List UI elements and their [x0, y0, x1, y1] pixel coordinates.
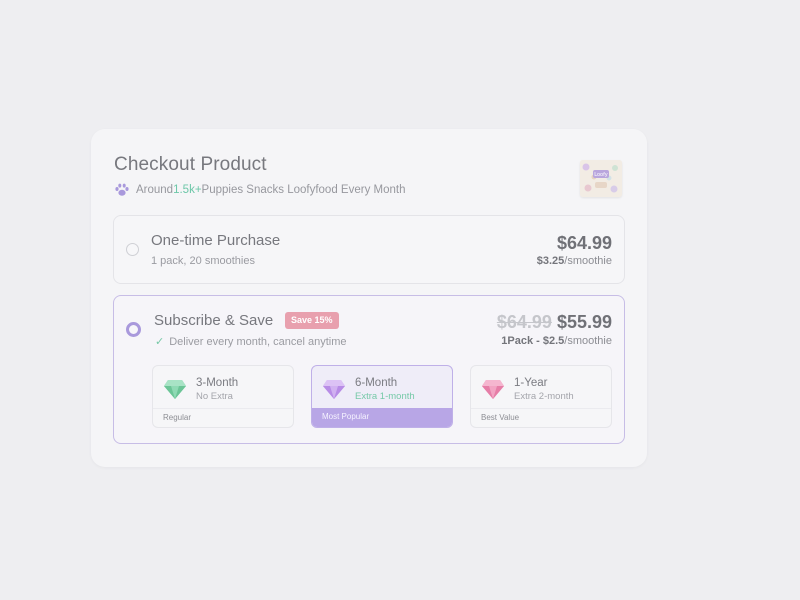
checkout-card: Checkout Product Around 1.5k+ Puppies Sn…	[91, 129, 647, 467]
subscribe-description: Deliver every month, cancel anytime	[169, 336, 347, 348]
page-title: Checkout Product	[114, 154, 267, 175]
subscribe-unit-suffix: /smoothie	[564, 335, 612, 347]
one-time-price: $64.99	[556, 233, 612, 253]
subscribe-title: Subscribe & Save	[154, 312, 274, 329]
diamond-icon	[323, 380, 345, 399]
diamond-icon	[482, 380, 504, 399]
plan-name: 3-Month	[196, 377, 239, 389]
plan-footer: Regular	[153, 408, 293, 427]
plan-3-month[interactable]: 3-Month No Extra Regular	[152, 365, 294, 428]
subscribe-unit-value: 1Pack - $2.5	[501, 335, 565, 347]
subscribe-save-option[interactable]: Subscribe & Save Save 15% ✓ Deliver every…	[113, 295, 625, 444]
one-time-title: One-time Purchase	[151, 232, 281, 249]
one-time-purchase-option[interactable]: One-time Purchase 1 pack, 20 smoothies $…	[113, 215, 625, 284]
plan-extra: Extra 2-month	[514, 391, 574, 402]
plan-name: 6-Month	[355, 377, 398, 389]
subscribe-radio[interactable]	[126, 322, 141, 337]
subtitle-prefix: Around	[136, 184, 174, 196]
save-badge: Save 15%	[285, 312, 339, 329]
plan-extra: Extra 1-month	[355, 391, 415, 402]
subscribe-description-row: ✓ Deliver every month, cancel anytime	[155, 335, 347, 348]
diamond-icon	[164, 380, 186, 399]
plan-6-month[interactable]: 6-Month Extra 1-month Most Popular	[311, 365, 453, 428]
product-logo-text: Loofy	[594, 172, 607, 178]
subscribe-unit-price: 1Pack - $2.5/smoothie	[501, 335, 612, 347]
plan-1-year[interactable]: 1-Year Extra 2-month Best Value	[470, 365, 612, 428]
one-time-radio[interactable]	[126, 243, 139, 256]
check-icon: ✓	[155, 336, 165, 348]
subscribe-price-row: $64.99 $55.99	[497, 312, 612, 333]
subtitle-suffix: Puppies Snacks Loofyfood Every Month	[201, 184, 406, 196]
plan-name: 1-Year	[514, 377, 548, 389]
subtitle: Around 1.5k+ Puppies Snacks Loofyfood Ev…	[114, 183, 405, 197]
one-time-unit-price: $3.25/smoothie	[537, 255, 612, 267]
subscribe-price: $55.99	[556, 312, 612, 332]
plan-footer: Most Popular	[312, 408, 452, 427]
subtitle-highlight: 1.5k+	[173, 184, 202, 196]
one-time-description: 1 pack, 20 smoothies	[151, 255, 255, 267]
one-time-unit-value: $3.25	[536, 255, 565, 267]
old-price: $64.99	[496, 312, 552, 332]
plan-footer: Best Value	[471, 408, 611, 427]
plan-extra: No Extra	[196, 391, 233, 402]
product-package-icon: Loofy	[580, 160, 622, 197]
one-time-unit-suffix: /smoothie	[564, 255, 612, 267]
paw-icon	[115, 183, 129, 196]
product-image: Loofy	[580, 160, 622, 197]
